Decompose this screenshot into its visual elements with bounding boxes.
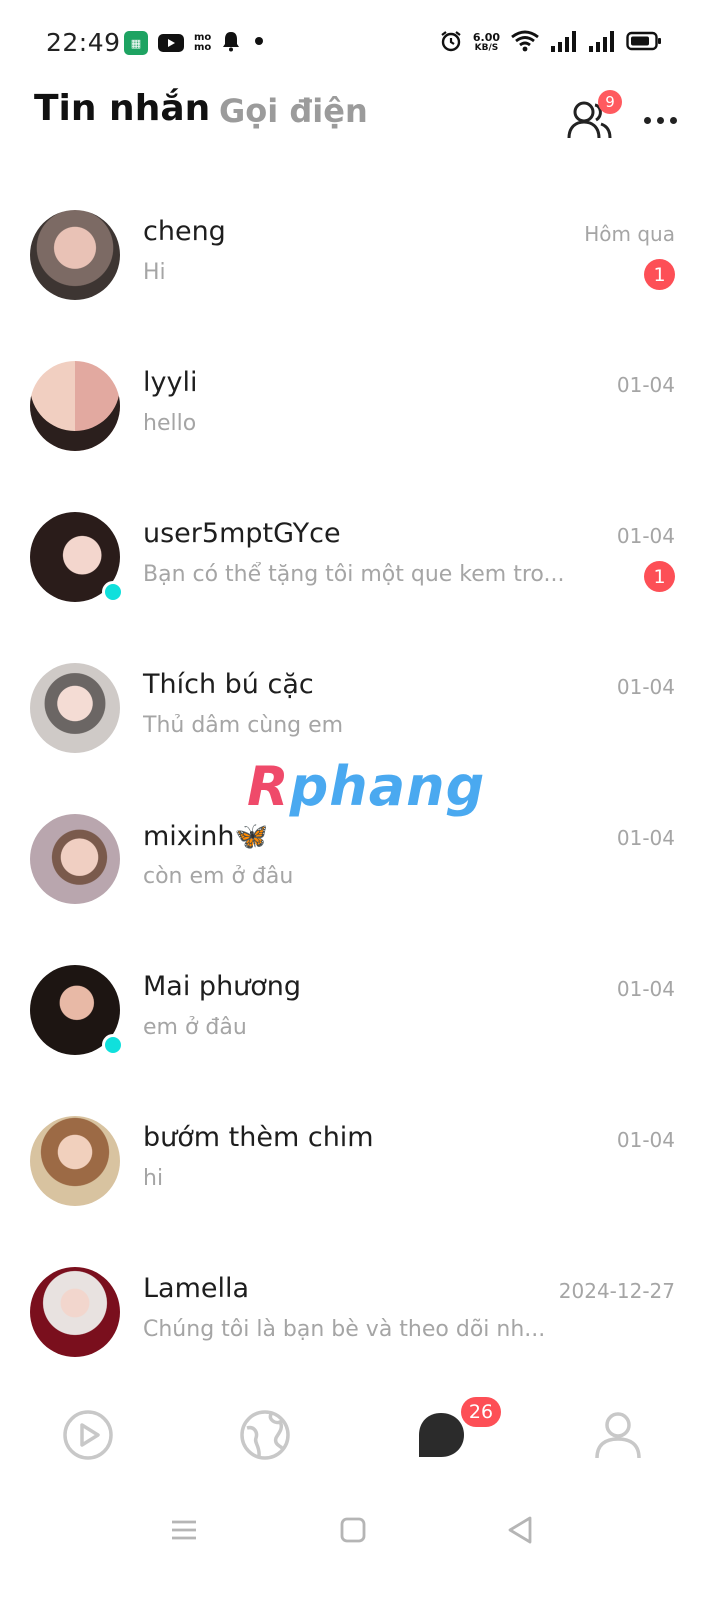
message-preview: em ở đâu <box>143 1015 247 1040</box>
contact-name: user5mptGYce <box>143 518 341 549</box>
avatar <box>30 1116 120 1206</box>
contact-name: Thích bú cặc <box>143 669 314 700</box>
square-icon <box>340 1517 366 1543</box>
signal-icon <box>588 30 616 56</box>
alarm-icon <box>439 29 463 57</box>
message-time: 01-04 <box>616 524 675 548</box>
recents-button[interactable] <box>164 1510 204 1550</box>
system-navigation-bar <box>0 1490 720 1600</box>
play-icon <box>63 1410 113 1460</box>
network-speed-unit: KB/S <box>474 43 499 53</box>
messages-badge: 26 <box>461 1397 501 1427</box>
system-status-icons: 6.00 KB/S <box>439 29 662 57</box>
message-time: 2024-12-27 <box>558 1279 675 1303</box>
menu-icon <box>172 1520 196 1540</box>
sheets-icon: ▦ <box>124 31 148 55</box>
unread-badge: 1 <box>644 259 675 290</box>
message-preview: hello <box>143 411 197 436</box>
nav-profile[interactable] <box>591 1408 645 1462</box>
message-time: 01-04 <box>616 977 675 1001</box>
conversation-item[interactable]: lyyli hello 01-04 <box>0 331 720 482</box>
conversation-item[interactable]: Mai phương em ở đâu 01-04 <box>0 935 720 1086</box>
watermark-logo: Rphang <box>247 755 485 818</box>
online-indicator <box>102 1034 124 1056</box>
conversation-item[interactable]: cheng Hi Hôm qua 1 <box>0 180 720 331</box>
contact-name: Lamella <box>143 1273 250 1304</box>
avatar <box>30 1267 120 1357</box>
status-time: 22:49 <box>46 28 121 57</box>
avatar <box>30 361 120 451</box>
contact-name: cheng <box>143 216 226 247</box>
message-time: 01-04 <box>616 675 675 699</box>
momo-icon: mo mo <box>194 32 212 53</box>
avatar <box>30 663 120 753</box>
message-preview: Chúng tôi là bạn bè và theo dõi nh... <box>143 1317 546 1342</box>
dot-icon <box>251 33 267 53</box>
online-indicator <box>102 581 124 603</box>
avatar <box>30 814 120 904</box>
chat-icon <box>419 1413 464 1457</box>
conversation-item[interactable]: user5mptGYce Bạn có thể tặng tôi một que… <box>0 482 720 633</box>
tab-calls[interactable]: Gọi điện <box>219 92 368 130</box>
message-preview: Thủ dâm cùng em <box>143 713 344 738</box>
message-time: 01-04 <box>616 373 675 397</box>
conversation-item[interactable]: bướm thèm chim hi 01-04 <box>0 1086 720 1237</box>
watermark-rest: phang <box>289 755 486 818</box>
bottom-navigation: 26 <box>0 1380 720 1490</box>
battery-icon <box>626 31 662 55</box>
avatar <box>30 210 120 300</box>
nav-explore[interactable] <box>238 1408 292 1462</box>
header: Tin nhắn Gọi điện 9 <box>0 86 720 156</box>
back-triangle-icon <box>508 1516 532 1544</box>
more-dot <box>656 116 664 124</box>
watermark-first-letter: R <box>247 755 290 818</box>
message-preview: hi <box>143 1166 164 1191</box>
message-preview: Hi <box>143 260 166 285</box>
network-speed: 6.00 KB/S <box>473 32 500 54</box>
message-time: Hôm qua <box>584 222 675 246</box>
message-time: 01-04 <box>616 826 675 850</box>
home-button[interactable] <box>333 1510 373 1550</box>
bell-icon <box>221 30 241 56</box>
network-speed-value: 6.00 <box>472 31 500 44</box>
message-time: 01-04 <box>616 1128 675 1152</box>
signal-icon <box>550 30 578 56</box>
message-preview: Bạn có thể tặng tôi một que kem tro... <box>143 562 563 587</box>
message-preview: còn em ở đâu <box>143 864 294 889</box>
profile-icon <box>595 1412 641 1459</box>
nav-messages[interactable] <box>414 1408 468 1462</box>
friends-badge: 9 <box>598 90 622 114</box>
tab-messages[interactable]: Tin nhắn <box>34 88 210 129</box>
unread-badge: 1 <box>644 561 675 592</box>
more-dot <box>669 116 677 124</box>
conversation-item[interactable]: Lamella Chúng tôi là bạn bè và theo dõi … <box>0 1237 720 1388</box>
notification-icons: ▦ mo mo <box>124 30 267 56</box>
back-button[interactable] <box>500 1510 540 1550</box>
nav-play[interactable] <box>61 1408 115 1462</box>
contact-name: lyyli <box>143 367 198 398</box>
more-dot <box>643 116 651 124</box>
contact-name: bướm thèm chim <box>143 1122 374 1153</box>
contact-name: Mai phương <box>143 971 302 1002</box>
globe-icon <box>240 1410 290 1460</box>
contact-name: mixinh🦋 <box>143 821 269 852</box>
wifi-icon <box>510 29 540 57</box>
status-bar: 22:49 ▦ mo mo 6.00 KB/S <box>0 0 720 86</box>
youtube-icon <box>158 34 184 52</box>
more-button[interactable] <box>640 110 680 130</box>
